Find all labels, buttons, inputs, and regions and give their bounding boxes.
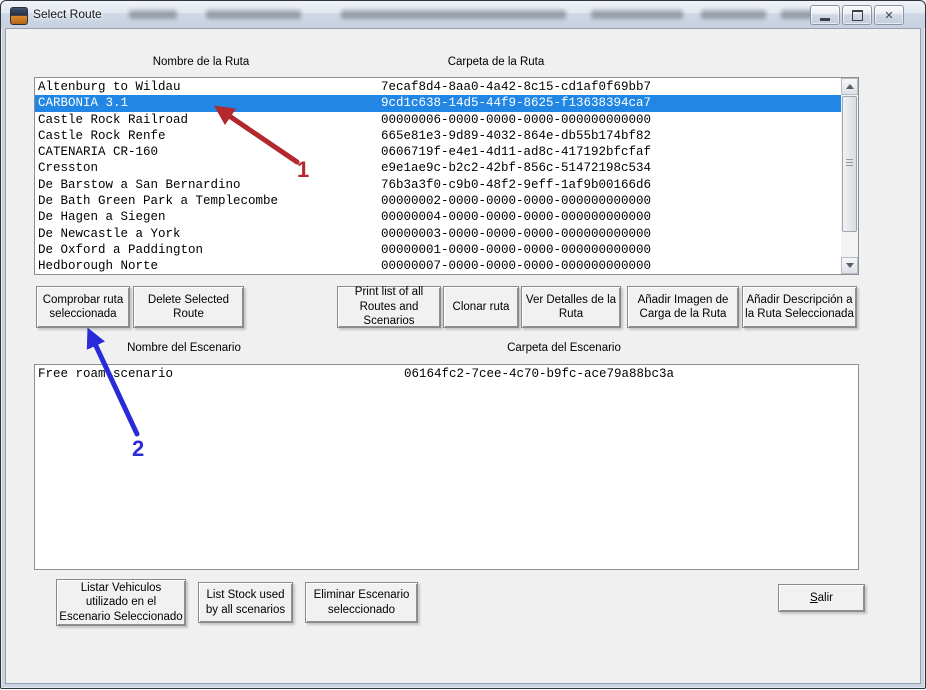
route-list[interactable]: Altenburg to Wildau7ecaf8d4-8aa0-4a42-8c… <box>34 77 859 275</box>
view-route-details-button[interactable]: Ver Detalles de la Ruta <box>521 286 621 328</box>
scroll-down-button[interactable] <box>841 257 858 274</box>
route-row[interactable]: Castle Rock Renfe665e81e3-9d89-4032-864e… <box>35 128 841 144</box>
window-title: Select Route <box>33 7 102 21</box>
close-button[interactable]: ✕ <box>874 5 904 25</box>
print-routes-button[interactable]: Print list of all Routes and Scenarios <box>337 286 441 328</box>
delete-selected-route-button[interactable]: Delete Selected Route <box>133 286 244 328</box>
scenario-name-header: Nombre del Escenario <box>99 342 269 354</box>
clone-route-button[interactable]: Clonar ruta <box>443 286 519 328</box>
route-row[interactable]: De Hagen a Siegen00000004-0000-0000-0000… <box>35 209 841 225</box>
title-bar[interactable]: Select Route ✕ <box>1 1 925 28</box>
scroll-thumb[interactable] <box>842 96 857 232</box>
route-row-selected[interactable]: CARBONIA 3.19cd1c638-14d5-44f9-8625-f136… <box>35 95 841 111</box>
route-list-rows: Altenburg to Wildau7ecaf8d4-8aa0-4a42-8c… <box>35 79 841 274</box>
window-controls: ✕ <box>810 5 904 25</box>
route-row[interactable]: De Barstow a San Bernardino76b3a3f0-c9b0… <box>35 177 841 193</box>
minimize-icon <box>820 18 830 21</box>
route-row[interactable]: Cresstone9e1ae9c-b2c2-42bf-856c-51472198… <box>35 160 841 176</box>
route-row[interactable]: Castle Rock Railroad00000006-0000-0000-0… <box>35 112 841 128</box>
route-row[interactable]: CATENARIA CR-1600606719f-e4e1-4d11-ad8c-… <box>35 144 841 160</box>
list-vehicles-button[interactable]: Listar Vehiculos utilizado en el Escenar… <box>56 579 186 626</box>
minimize-button[interactable] <box>810 5 840 25</box>
add-route-description-button[interactable]: Añadir Descripción a la Ruta Seleccionad… <box>742 286 857 328</box>
scroll-down-icon <box>846 263 854 268</box>
titlebar-blur-artifact <box>341 10 566 19</box>
scenario-row[interactable]: Free roam scenario06164fc2-7cee-4c70-b9f… <box>35 366 858 382</box>
route-row[interactable]: De Bath Green Park a Templecombe00000002… <box>35 193 841 209</box>
titlebar-blur-artifact <box>129 10 177 19</box>
route-row[interactable]: De Oxford a Paddington00000001-0000-0000… <box>35 242 841 258</box>
titlebar-blur-artifact <box>591 10 683 19</box>
maximize-button[interactable] <box>842 5 872 25</box>
scroll-up-button[interactable] <box>841 78 858 95</box>
titlebar-blur-artifact <box>206 10 301 19</box>
exit-button[interactable]: Salir <box>778 584 865 612</box>
scenario-list[interactable]: Free roam scenario06164fc2-7cee-4c70-b9f… <box>34 364 859 570</box>
list-stock-button[interactable]: List Stock used by all scenarios <box>198 582 293 623</box>
scenario-folder-header: Carpeta del Escenario <box>479 342 649 354</box>
app-icon <box>10 7 28 25</box>
close-icon: ✕ <box>884 9 893 22</box>
route-name-header: Nombre de la Ruta <box>121 56 281 68</box>
add-route-image-button[interactable]: Añadir Imagen de Carga de la Ruta <box>627 286 739 328</box>
route-folder-header: Carpeta de la Ruta <box>416 56 576 68</box>
dialog-body: Nombre de la Ruta Carpeta de la Ruta Alt… <box>5 28 921 684</box>
delete-scenario-button[interactable]: Eliminar Escenario seleccionado <box>305 582 418 623</box>
scroll-up-icon <box>846 84 854 89</box>
scenario-list-rows: Free roam scenario06164fc2-7cee-4c70-b9f… <box>35 366 858 569</box>
route-row[interactable]: Hedborough Norte00000007-0000-0000-0000-… <box>35 258 841 274</box>
route-row[interactable]: De Newcastle a York00000003-0000-0000-00… <box>35 226 841 242</box>
route-row[interactable]: Altenburg to Wildau7ecaf8d4-8aa0-4a42-8c… <box>35 79 841 95</box>
maximize-icon <box>852 10 863 21</box>
check-selected-route-button[interactable]: Comprobar ruta seleccionada <box>36 286 130 328</box>
exit-button-label: Salir <box>810 591 833 605</box>
titlebar-blur-artifact <box>701 10 766 19</box>
select-route-window: Select Route ✕ Nombre de la Ruta Carpeta… <box>0 0 926 689</box>
route-list-scrollbar[interactable] <box>841 78 858 274</box>
